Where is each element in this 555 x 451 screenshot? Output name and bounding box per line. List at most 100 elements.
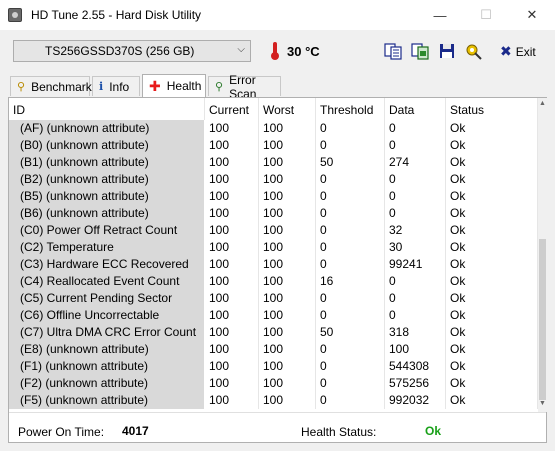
attribute-id: (B0) (unknown attribute) <box>9 137 205 154</box>
current-value: 100 <box>205 120 259 137</box>
status-value: Ok <box>446 205 538 222</box>
worst-value: 100 <box>259 205 316 222</box>
column-header-id[interactable]: ID <box>9 98 205 120</box>
copy-text-icon <box>384 43 402 60</box>
exit-label: Exit <box>515 44 536 59</box>
exit-button[interactable]: ✖ Exit <box>500 43 536 60</box>
threshold-value: 16 <box>316 273 385 290</box>
attribute-id: (B5) (unknown attribute) <box>9 188 205 205</box>
column-header-current[interactable]: Current <box>205 98 259 120</box>
raw-data: 992032 <box>385 392 446 409</box>
threshold-value: 50 <box>316 324 385 341</box>
attribute-id: (B2) (unknown attribute) <box>9 171 205 188</box>
column-header-data[interactable]: Data <box>385 98 446 120</box>
save-button[interactable] <box>437 41 457 61</box>
column-header-status[interactable]: Status <box>446 98 538 120</box>
window-controls: — ☐ ✕ <box>417 0 555 30</box>
column-header-threshold[interactable]: Threshold <box>316 98 385 120</box>
table-row[interactable]: (F1) (unknown attribute) 100 100 0 544308 Ok <box>9 358 538 375</box>
worst-value: 100 <box>259 307 316 324</box>
table-row[interactable]: (E8) (unknown attribute) 100 100 0 100 Ok <box>9 341 538 358</box>
raw-data: 0 <box>385 120 446 137</box>
status-value: Ok <box>446 358 538 375</box>
drive-select[interactable]: TS256GSSD370S (256 GB) ⌵ <box>13 40 251 62</box>
table-row[interactable]: (B6) (unknown attribute) 100 100 0 0 Ok <box>9 205 538 222</box>
copy-text-button[interactable] <box>383 41 403 61</box>
table-row[interactable]: (C4) Reallocated Event Count 100 100 16 0 Ok <box>9 273 538 290</box>
scroll-down-icon[interactable]: ▼ <box>538 400 547 410</box>
scroll-up-icon[interactable]: ▲ <box>538 100 547 110</box>
threshold-value: 50 <box>316 154 385 171</box>
current-value: 100 <box>205 222 259 239</box>
table-row[interactable]: (C6) Offline Uncorrectable 100 100 0 0 Ok <box>9 307 538 324</box>
status-value: Ok <box>446 307 538 324</box>
benchmark-icon: ⚲ <box>17 81 26 93</box>
table-row[interactable]: (C2) Temperature 100 100 0 30 Ok <box>9 239 538 256</box>
status-value: Ok <box>446 392 538 409</box>
worst-value: 100 <box>259 120 316 137</box>
attribute-id: (B6) (unknown attribute) <box>9 205 205 222</box>
status-value: Ok <box>446 188 538 205</box>
table-row[interactable]: (B1) (unknown attribute) 100 100 50 274 Ok <box>9 154 538 171</box>
raw-data: 575256 <box>385 375 446 392</box>
vertical-scrollbar[interactable]: ▲ ▼ <box>538 98 547 412</box>
tab-health[interactable]: ✚ Health <box>142 74 206 97</box>
table-row[interactable]: (F5) (unknown attribute) 100 100 0 992032 Ok <box>9 392 538 409</box>
attribute-id: (C0) Power Off Retract Count <box>9 222 205 239</box>
current-value: 100 <box>205 239 259 256</box>
raw-data: 0 <box>385 171 446 188</box>
worst-value: 100 <box>259 273 316 290</box>
tab-label: Health <box>166 79 202 93</box>
table-row[interactable]: (B2) (unknown attribute) 100 100 0 0 Ok <box>9 171 538 188</box>
scrollbar-thumb[interactable] <box>539 239 546 400</box>
current-value: 100 <box>205 256 259 273</box>
table-row[interactable]: (C3) Hardware ECC Recovered 100 100 0 99241 O… <box>9 256 538 273</box>
worst-value: 100 <box>259 154 316 171</box>
current-value: 100 <box>205 205 259 222</box>
threshold-value: 0 <box>316 358 385 375</box>
exit-icon: ✖ <box>500 43 512 59</box>
tab-info[interactable]: i Info <box>92 76 140 96</box>
raw-data: 0 <box>385 307 446 324</box>
table-row[interactable]: (F2) (unknown attribute) 100 100 0 575256 Ok <box>9 375 538 392</box>
threshold-value: 0 <box>316 137 385 154</box>
current-value: 100 <box>205 171 259 188</box>
raw-data: 100 <box>385 341 446 358</box>
current-value: 100 <box>205 375 259 392</box>
maximize-button[interactable]: ☐ <box>463 0 509 30</box>
copy-screenshot-button[interactable] <box>410 41 430 61</box>
table-row[interactable]: (B0) (unknown attribute) 100 100 0 0 Ok <box>9 137 538 154</box>
tab-error-scan[interactable]: ⚲ Error Scan <box>208 73 281 101</box>
table-row[interactable]: (C7) Ultra DMA CRC Error Count 100 100 50 31… <box>9 324 538 341</box>
table-row[interactable]: (C5) Current Pending Sector 100 100 0 0 Ok <box>9 290 538 307</box>
table-row[interactable]: (C0) Power Off Retract Count 100 100 0 32 Ok <box>9 222 538 239</box>
attribute-id: (C3) Hardware ECC Recovered <box>9 256 205 273</box>
options-button[interactable] <box>464 41 484 61</box>
worst-value: 100 <box>259 188 316 205</box>
worst-value: 100 <box>259 392 316 409</box>
close-button[interactable]: ✕ <box>509 0 555 30</box>
tab-benchmark[interactable]: ⚲ Benchmark <box>10 76 92 96</box>
health-panel: ID Current Worst Threshold Data Status (… <box>8 97 547 443</box>
worst-value: 100 <box>259 222 316 239</box>
chevron-down-icon: ⌵ <box>237 44 245 55</box>
attribute-id: (C2) Temperature <box>9 239 205 256</box>
column-header-worst[interactable]: Worst <box>259 98 316 120</box>
status-value: Ok <box>446 324 538 341</box>
tab-label: Info <box>109 79 130 94</box>
attribute-id: (AF) (unknown attribute) <box>9 120 205 137</box>
status-value: Ok <box>446 171 538 188</box>
current-value: 100 <box>205 392 259 409</box>
threshold-value: 0 <box>316 392 385 409</box>
table-row[interactable]: (AF) (unknown attribute) 100 100 0 0 Ok <box>9 120 538 137</box>
minimize-button[interactable]: — <box>417 0 463 30</box>
current-value: 100 <box>205 137 259 154</box>
status-value: Ok <box>446 137 538 154</box>
worst-value: 100 <box>259 256 316 273</box>
status-footer: Power On Time: 4017 Health Status: Ok <box>9 412 546 442</box>
current-value: 100 <box>205 324 259 341</box>
raw-data: 99241 <box>385 256 446 273</box>
raw-data: 32 <box>385 222 446 239</box>
copy-screenshot-icon <box>411 43 429 60</box>
table-row[interactable]: (B5) (unknown attribute) 100 100 0 0 Ok <box>9 188 538 205</box>
